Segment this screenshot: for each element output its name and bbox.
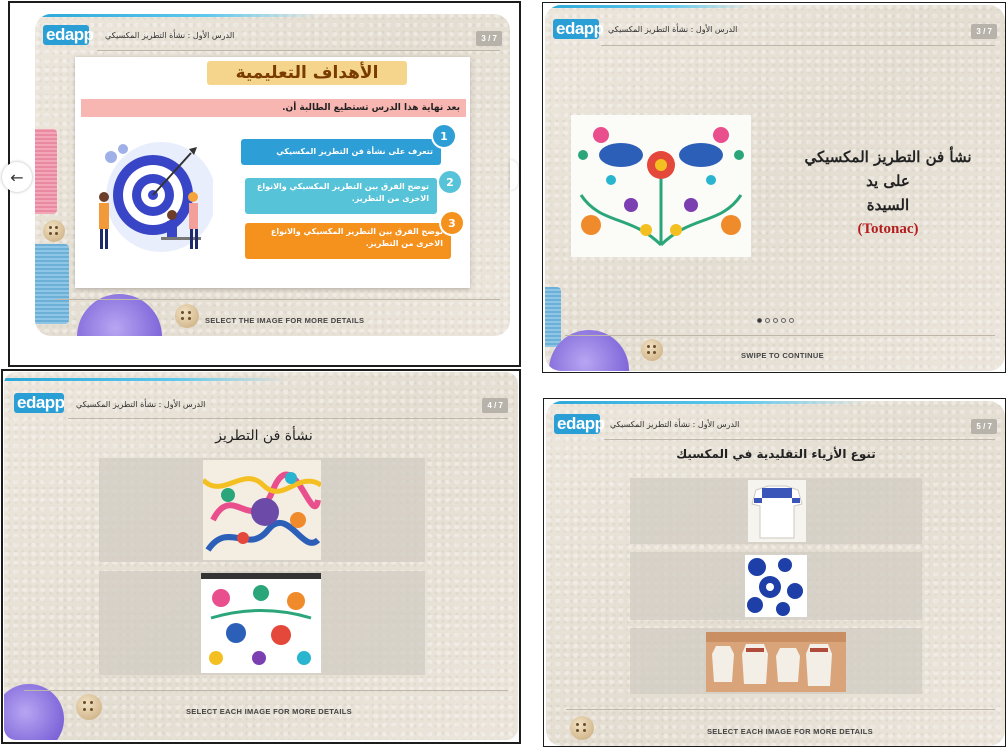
- edapp-logo: edapp: [557, 414, 605, 433]
- slide-background: edapp الدرس الأول : نشأة التطريز المكسيك…: [4, 372, 518, 740]
- footer-instruction: SELECT EACH IMAGE FOR MORE DETAILS: [707, 727, 873, 736]
- nav-back-button[interactable]: ←: [2, 162, 32, 192]
- blouse-icon: [748, 480, 806, 542]
- otomi-embroidery-image[interactable]: [203, 460, 321, 560]
- dress-display-image[interactable]: [706, 632, 846, 692]
- page-indicator: 4 / 7: [482, 398, 508, 413]
- edapp-logo: edapp: [17, 393, 65, 412]
- goal-number-3: 3: [439, 210, 465, 236]
- progress-line: [545, 5, 752, 8]
- slide-panel-traditional-costumes: edapp الدرس الأول : نشأة التطريز المكسيك…: [546, 401, 1005, 746]
- footer-divider: [24, 690, 508, 691]
- image-tile-1[interactable]: [630, 478, 922, 544]
- embroidery-floral-image[interactable]: [571, 115, 751, 257]
- slide-panel-objectives: edapp الدرس الأول : نشأة التطريز المكسيك…: [35, 14, 510, 336]
- footer-instruction: SELECT EACH IMAGE FOR MORE DETAILS: [186, 707, 352, 716]
- purple-button-decoration: [4, 684, 64, 740]
- progress-line: [546, 401, 868, 404]
- goal-number-1: 1: [431, 123, 457, 149]
- carousel-dot[interactable]: [773, 318, 778, 323]
- slide-heading: نشأة فن التطريز: [215, 428, 313, 444]
- carousel-dot[interactable]: [781, 318, 786, 323]
- wooden-button-decoration: [76, 694, 102, 720]
- header-divider: [601, 45, 995, 46]
- image-tile-3[interactable]: [630, 628, 922, 694]
- header-divider: [97, 50, 500, 51]
- progress-line: [4, 378, 287, 381]
- embroidered-blouse-image[interactable]: [748, 480, 806, 542]
- breadcrumb: الدرس الأول : نشأة التطريز المكسيكي: [76, 400, 206, 409]
- breadcrumb: الدرس الأول : نشأة التطريز المكسيكي: [610, 420, 740, 429]
- purple-button-decoration: [77, 294, 162, 336]
- page-indicator: 3 / 7: [971, 24, 997, 39]
- carousel-dot[interactable]: [757, 318, 762, 323]
- wooden-button-decoration: [43, 220, 65, 242]
- page-indicator: 5 / 7: [971, 419, 997, 434]
- objectives-subtitle: بعد نهاية هذا الدرس تستطيع الطالبة أن.: [81, 99, 466, 117]
- otomi-panel-image[interactable]: [201, 573, 321, 673]
- slide-background: edapp الدرس الأول : نشأة التطريز المكسيك…: [545, 5, 1005, 371]
- origin-heading-accent: (Totonac): [857, 221, 919, 237]
- edapp-logo: edapp: [46, 25, 94, 44]
- footer-divider: [566, 709, 995, 710]
- origin-heading-line1: نشأ فن التطريز المكسيكي على يد: [804, 148, 972, 190]
- slide-background: edapp الدرس الأول : نشأة التطريز المكسيك…: [35, 14, 510, 336]
- goal-item-3: توضح الفرق بين التطريز المكسيكي والانواع…: [245, 223, 451, 259]
- slide-panel-origin: edapp الدرس الأول : نشأة التطريز المكسيك…: [545, 5, 1005, 371]
- goal-item-1: تتعرف على نشأة فن التطريز المكسيكي: [241, 139, 441, 165]
- objectives-title: الأهداف التعليمية: [207, 61, 407, 85]
- image-tile-1[interactable]: [99, 458, 425, 562]
- origin-heading-line2: السيدة: [866, 196, 910, 214]
- edapp-logo: edapp: [556, 19, 604, 38]
- image-tile-2[interactable]: [630, 552, 922, 620]
- footer-divider: [565, 335, 995, 336]
- image-tile-2[interactable]: [99, 571, 425, 675]
- blue-fabric-icon: [745, 555, 807, 617]
- slide-heading: تنوع الأزياء التقليدية في المكسيك: [676, 447, 876, 461]
- breadcrumb: الدرس الأول : نشأة التطريز المكسيكي: [105, 31, 235, 40]
- slide-panel-embroidery-origin: edapp الدرس الأول : نشأة التطريز المكسيك…: [4, 372, 518, 740]
- floral-embroidery-icon: [571, 115, 751, 257]
- wooden-button-decoration: [570, 716, 594, 740]
- footer-instruction: SELECT THE IMAGE FOR MORE DETAILS: [205, 316, 365, 325]
- dress-display-icon: [706, 632, 846, 692]
- thread-spool-pink: [35, 129, 57, 214]
- target-illustration: [99, 142, 213, 252]
- breadcrumb: الدرس الأول : نشأة التطريز المكسيكي: [608, 25, 738, 34]
- header-divider: [68, 418, 508, 419]
- objectives-card[interactable]: الأهداف التعليمية بعد نهاية هذا الدرس تس…: [75, 57, 470, 288]
- footer-divider: [55, 299, 500, 300]
- otomi-embroidery-icon: [203, 460, 321, 560]
- origin-heading: نشأ فن التطريز المكسيكي على يد السيدة (T…: [793, 145, 983, 241]
- header-divider: [604, 439, 995, 440]
- purple-button-decoration: [549, 330, 629, 371]
- thread-spool-blue: [545, 287, 561, 347]
- thread-spool-blue: [35, 244, 69, 324]
- wooden-button-decoration: [641, 339, 663, 361]
- carousel-dot[interactable]: [789, 318, 794, 323]
- carousel-dot[interactable]: [765, 318, 770, 323]
- wooden-button-decoration: [175, 304, 199, 328]
- otomi-panel-icon: [201, 573, 321, 673]
- footer-instruction: SWIPE TO CONTINUE: [741, 351, 824, 360]
- nav-next-edge[interactable]: [510, 160, 518, 190]
- carousel-dots[interactable]: [757, 318, 794, 323]
- goal-item-2: توضح الفرق بين التطريز المكسيكي والانواع…: [245, 178, 437, 214]
- progress-line: [35, 14, 320, 17]
- goal-number-2: 2: [437, 169, 463, 195]
- slide-background: edapp الدرس الأول : نشأة التطريز المكسيك…: [546, 401, 1005, 746]
- page-indicator: 3 / 7: [476, 31, 502, 46]
- blue-floral-fabric-image[interactable]: [745, 555, 807, 617]
- arrow-left-icon: ←: [10, 167, 24, 187]
